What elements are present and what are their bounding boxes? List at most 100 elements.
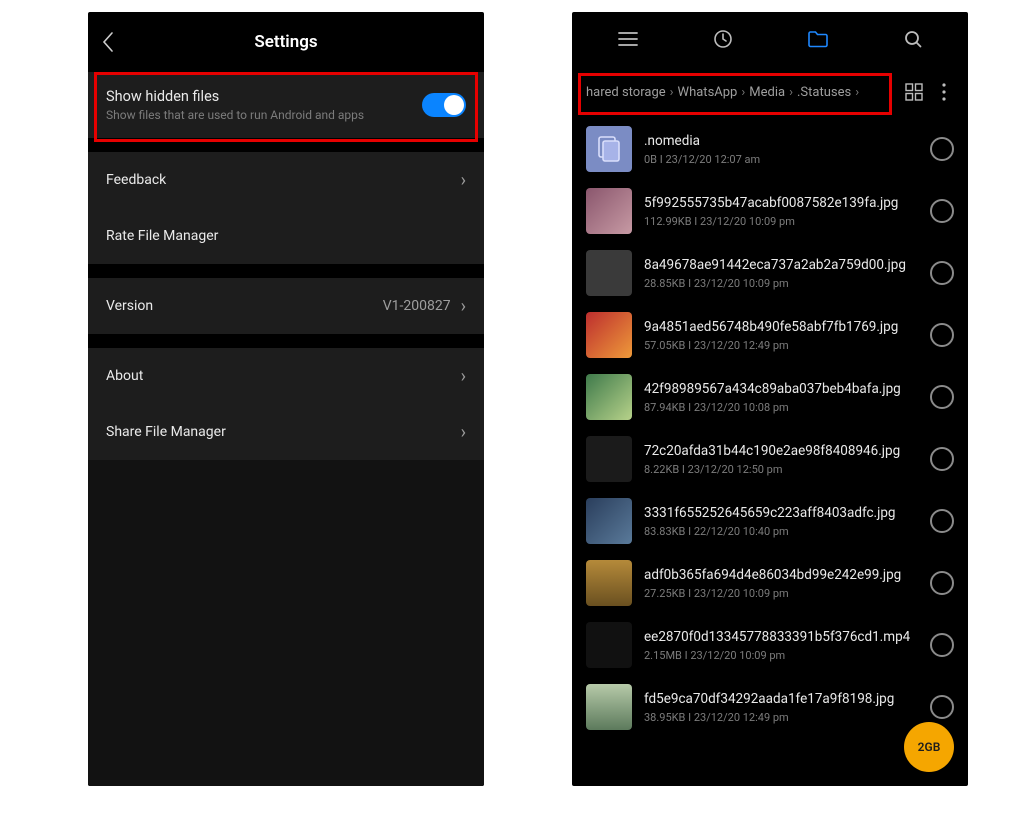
menu-button[interactable] bbox=[580, 30, 675, 48]
row-title: Show hidden files bbox=[106, 88, 422, 105]
file-meta: 2.15MB I 23/12/20 10:09 pm bbox=[644, 649, 920, 662]
chevron-right-icon: › bbox=[789, 85, 793, 100]
file-meta: 0B I 23/12/20 12:07 am bbox=[644, 153, 920, 166]
file-row[interactable]: ee2870f0d13345778833391b5f376cd1.mp4 2.15… bbox=[572, 614, 968, 676]
file-name: fd5e9ca70df34292aada1fe17a9f8198.jpg bbox=[644, 691, 920, 707]
phone-file-manager: hared storage›WhatsApp›Media›.Statuses› … bbox=[572, 12, 968, 786]
page-title: Settings bbox=[128, 32, 444, 52]
settings-titlebar: Settings bbox=[88, 12, 484, 72]
file-row[interactable]: adf0b365fa694d4e86034bd99e242e99.jpg 27.2… bbox=[572, 552, 968, 614]
row-about[interactable]: About › bbox=[88, 348, 484, 404]
chevron-right-icon: › bbox=[741, 85, 745, 100]
row-version[interactable]: Version V1-200827 › bbox=[88, 278, 484, 334]
row-label: Rate File Manager bbox=[106, 228, 466, 244]
file-meta: 27.25KB I 23/12/20 10:09 pm bbox=[644, 587, 920, 600]
row-label: Version bbox=[106, 298, 383, 314]
file-thumbnail bbox=[586, 312, 632, 358]
file-row[interactable]: fd5e9ca70df34292aada1fe17a9f8198.jpg 38.9… bbox=[572, 676, 968, 738]
storage-fab[interactable]: 2GB bbox=[904, 722, 954, 772]
file-thumbnail bbox=[586, 436, 632, 482]
row-share[interactable]: Share File Manager › bbox=[88, 404, 484, 460]
search-button[interactable] bbox=[865, 28, 960, 50]
file-row[interactable]: .nomedia 0B I 23/12/20 12:07 am bbox=[572, 118, 968, 180]
row-label: Share File Manager bbox=[106, 424, 461, 440]
file-thumbnail bbox=[586, 684, 632, 730]
view-grid-button[interactable] bbox=[900, 83, 928, 101]
chevron-right-icon: › bbox=[461, 170, 466, 191]
file-row[interactable]: 5f992555735b47acabf0087582e139fa.jpg 112.… bbox=[572, 180, 968, 242]
document-icon bbox=[598, 136, 620, 162]
breadcrumb-segment[interactable]: .Statuses bbox=[797, 85, 851, 100]
file-name: 5f992555735b47acabf0087582e139fa.jpg bbox=[644, 195, 920, 211]
back-button[interactable] bbox=[88, 31, 128, 53]
file-thumbnail bbox=[586, 498, 632, 544]
tab-bar bbox=[572, 12, 968, 66]
tab-files[interactable] bbox=[770, 29, 865, 49]
breadcrumb-segment[interactable]: Media bbox=[749, 85, 785, 100]
file-name: 3331f655252645659c223aff8403adfc.jpg bbox=[644, 505, 920, 521]
select-radio[interactable] bbox=[930, 447, 954, 471]
phone-settings: Settings Show hidden files Show files th… bbox=[88, 12, 484, 786]
more-button[interactable] bbox=[934, 83, 954, 101]
breadcrumb-segment[interactable]: hared storage bbox=[586, 85, 666, 100]
file-meta: 38.95KB I 23/12/20 12:49 pm bbox=[644, 711, 920, 724]
file-meta: 87.94KB I 23/12/20 10:08 pm bbox=[644, 401, 920, 414]
file-thumbnail bbox=[586, 188, 632, 234]
file-row[interactable]: 8a49678ae91442eca737a2ab2a759d00.jpg 28.8… bbox=[572, 242, 968, 304]
file-name: 72c20afda31b44c190e2ae98f8408946.jpg bbox=[644, 443, 920, 459]
select-radio[interactable] bbox=[930, 509, 954, 533]
hamburger-icon bbox=[617, 30, 639, 48]
file-name: 9a4851aed56748b490fe58abf7fb1769.jpg bbox=[644, 319, 920, 335]
file-name: .nomedia bbox=[644, 133, 920, 149]
row-subtitle: Show files that are used to run Android … bbox=[106, 108, 422, 122]
file-row[interactable]: 72c20afda31b44c190e2ae98f8408946.jpg 8.22… bbox=[572, 428, 968, 490]
file-meta: 57.05KB I 23/12/20 12:49 pm bbox=[644, 339, 920, 352]
chevron-left-icon bbox=[100, 31, 116, 53]
more-vert-icon bbox=[942, 83, 946, 101]
breadcrumb[interactable]: hared storage›WhatsApp›Media›.Statuses› bbox=[586, 85, 894, 100]
file-name: 42f98989567a434c89aba037beb4bafa.jpg bbox=[644, 381, 920, 397]
file-name: 8a49678ae91442eca737a2ab2a759d00.jpg bbox=[644, 257, 920, 273]
search-icon bbox=[902, 28, 924, 50]
select-radio[interactable] bbox=[930, 571, 954, 595]
select-radio[interactable] bbox=[930, 695, 954, 719]
chevron-right-icon: › bbox=[461, 366, 466, 387]
file-thumbnail bbox=[586, 374, 632, 420]
fab-label: 2GB bbox=[918, 740, 941, 754]
row-feedback[interactable]: Feedback › bbox=[88, 152, 484, 208]
select-radio[interactable] bbox=[930, 323, 954, 347]
tab-recent[interactable] bbox=[675, 28, 770, 50]
select-radio[interactable] bbox=[930, 137, 954, 161]
file-meta: 8.22KB I 23/12/20 12:50 pm bbox=[644, 463, 920, 476]
select-radio[interactable] bbox=[930, 633, 954, 657]
chevron-right-icon: › bbox=[670, 85, 674, 100]
chevron-right-icon: › bbox=[461, 422, 466, 443]
folder-icon bbox=[807, 29, 829, 49]
file-thumbnail bbox=[586, 126, 632, 172]
grid-icon bbox=[905, 83, 923, 101]
file-row[interactable]: 9a4851aed56748b490fe58abf7fb1769.jpg 57.0… bbox=[572, 304, 968, 366]
version-value: V1-200827 bbox=[383, 298, 451, 314]
toggle-hidden-files[interactable] bbox=[422, 93, 466, 117]
file-thumbnail bbox=[586, 250, 632, 296]
clock-icon bbox=[712, 28, 734, 50]
file-thumbnail bbox=[586, 622, 632, 668]
select-radio[interactable] bbox=[930, 385, 954, 409]
file-name: adf0b365fa694d4e86034bd99e242e99.jpg bbox=[644, 567, 920, 583]
file-meta: 112.99KB I 23/12/20 10:09 pm bbox=[644, 215, 920, 228]
row-show-hidden-files[interactable]: Show hidden files Show files that are us… bbox=[88, 73, 484, 137]
chevron-right-icon: › bbox=[461, 296, 466, 317]
file-name: ee2870f0d13345778833391b5f376cd1.mp4 bbox=[644, 629, 920, 645]
breadcrumb-segment[interactable]: WhatsApp bbox=[678, 85, 738, 100]
row-label: Feedback bbox=[106, 172, 461, 188]
file-meta: 83.83KB I 22/12/20 10:40 pm bbox=[644, 525, 920, 538]
row-rate[interactable]: Rate File Manager bbox=[88, 208, 484, 264]
select-radio[interactable] bbox=[930, 261, 954, 285]
file-row[interactable]: 42f98989567a434c89aba037beb4bafa.jpg 87.9… bbox=[572, 366, 968, 428]
file-row[interactable]: 3331f655252645659c223aff8403adfc.jpg 83.8… bbox=[572, 490, 968, 552]
file-meta: 28.85KB I 23/12/20 10:09 pm bbox=[644, 277, 920, 290]
file-list: .nomedia 0B I 23/12/20 12:07 am 5f99255573… bbox=[572, 118, 968, 738]
select-radio[interactable] bbox=[930, 199, 954, 223]
row-label: About bbox=[106, 368, 461, 384]
file-thumbnail bbox=[586, 560, 632, 606]
